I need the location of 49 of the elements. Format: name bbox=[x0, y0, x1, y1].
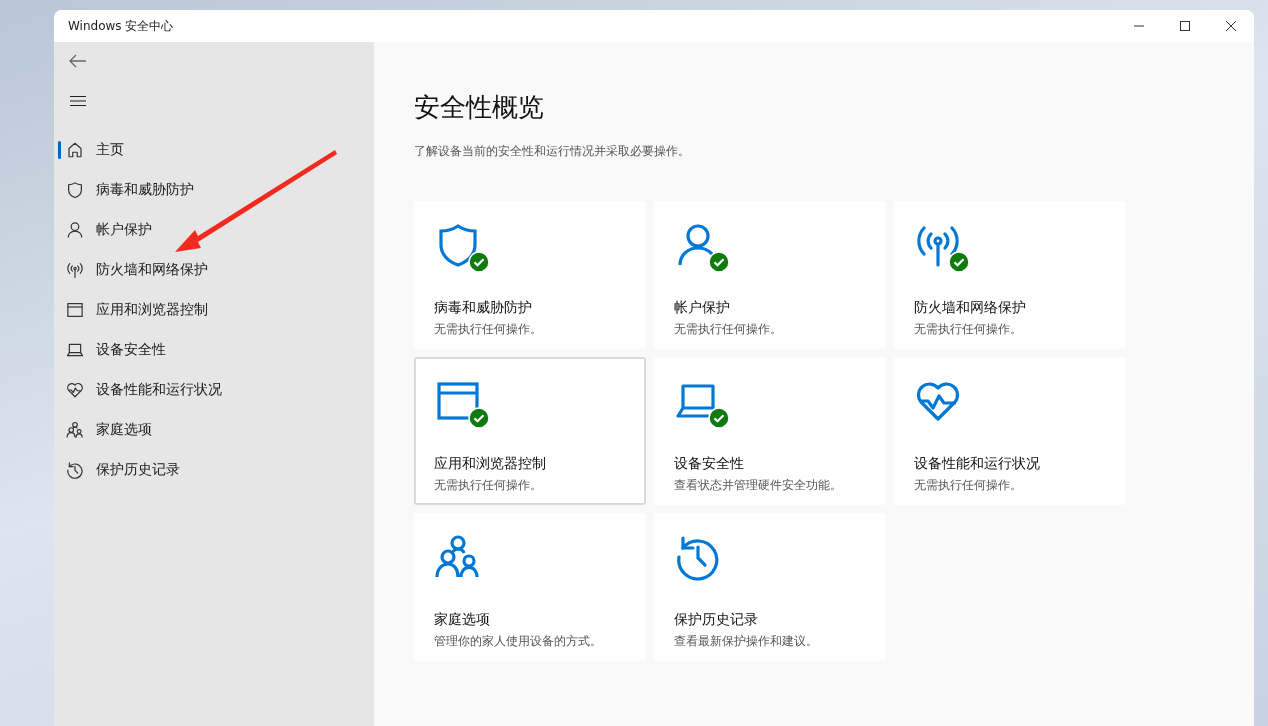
status-card[interactable]: 帐户保护 无需执行任何操作。 bbox=[654, 201, 886, 349]
page-title: 安全性概览 bbox=[414, 91, 545, 124]
card-title: 应用和浏览器控制 bbox=[434, 455, 547, 473]
card-description: 管理你的家人使用设备的方式。 bbox=[434, 633, 603, 650]
menu-icon bbox=[70, 96, 86, 106]
card-title: 帐户保护 bbox=[674, 299, 731, 317]
shield-icon bbox=[66, 181, 84, 199]
card-title: 病毒和威胁防护 bbox=[434, 299, 533, 317]
status-card[interactable]: 设备性能和运行状况 无需执行任何操作。 bbox=[894, 357, 1126, 505]
card-description: 无需执行任何操作。 bbox=[434, 477, 543, 494]
antenna-icon bbox=[66, 261, 84, 279]
status-card[interactable]: 保护历史记录 查看最新保护操作和建议。 bbox=[654, 513, 886, 661]
status-card[interactable]: 病毒和威胁防护 无需执行任何操作。 bbox=[414, 201, 646, 349]
nav-item[interactable]: 家庭选项 bbox=[58, 410, 370, 450]
family-icon bbox=[66, 421, 84, 439]
card-description: 无需执行任何操作。 bbox=[914, 477, 1023, 494]
status-card[interactable]: 设备安全性 查看状态并管理硬件安全功能。 bbox=[654, 357, 886, 505]
back-arrow-icon bbox=[69, 54, 87, 68]
history-icon bbox=[66, 461, 84, 479]
nav-item[interactable]: 保护历史记录 bbox=[58, 450, 370, 490]
window-icon bbox=[66, 301, 84, 319]
close-icon bbox=[1226, 21, 1236, 31]
heartbeat-icon bbox=[66, 381, 84, 399]
card-title: 设备安全性 bbox=[674, 455, 745, 473]
card-description: 查看最新保护操作和建议。 bbox=[674, 633, 819, 650]
card-title: 设备性能和运行状况 bbox=[914, 455, 1041, 473]
card-description: 查看状态并管理硬件安全功能。 bbox=[674, 477, 843, 494]
nav-item[interactable]: 设备性能和运行状况 bbox=[58, 370, 370, 410]
window-title: Windows 安全中心 bbox=[68, 17, 175, 35]
nav-item[interactable]: 应用和浏览器控制 bbox=[58, 290, 370, 330]
nav-item[interactable]: 帐户保护 bbox=[58, 210, 370, 250]
status-card[interactable]: 防火墙和网络保护 无需执行任何操作。 bbox=[894, 201, 1126, 349]
nav-item[interactable]: 防火墙和网络保护 bbox=[58, 250, 370, 290]
maximize-icon bbox=[1180, 21, 1190, 31]
status-card[interactable]: 应用和浏览器控制 无需执行任何操作。 bbox=[414, 357, 646, 505]
card-title: 家庭选项 bbox=[434, 611, 491, 629]
nav-item[interactable]: 主页 bbox=[58, 130, 370, 170]
nav-item[interactable]: 设备安全性 bbox=[58, 330, 370, 370]
card-title: 保护历史记录 bbox=[674, 611, 759, 629]
page-subtitle: 了解设备当前的安全性和运行情况并采取必要操作。 bbox=[414, 143, 691, 160]
card-title: 防火墙和网络保护 bbox=[914, 299, 1027, 317]
card-description: 无需执行任何操作。 bbox=[674, 321, 783, 338]
person-icon bbox=[66, 221, 84, 239]
card-description: 无需执行任何操作。 bbox=[914, 321, 1023, 338]
status-card[interactable]: 家庭选项 管理你的家人使用设备的方式。 bbox=[414, 513, 646, 661]
laptop-icon bbox=[66, 341, 84, 359]
nav-item[interactable]: 病毒和威胁防护 bbox=[58, 170, 370, 210]
card-description: 无需执行任何操作。 bbox=[434, 321, 543, 338]
home-icon bbox=[66, 141, 84, 159]
